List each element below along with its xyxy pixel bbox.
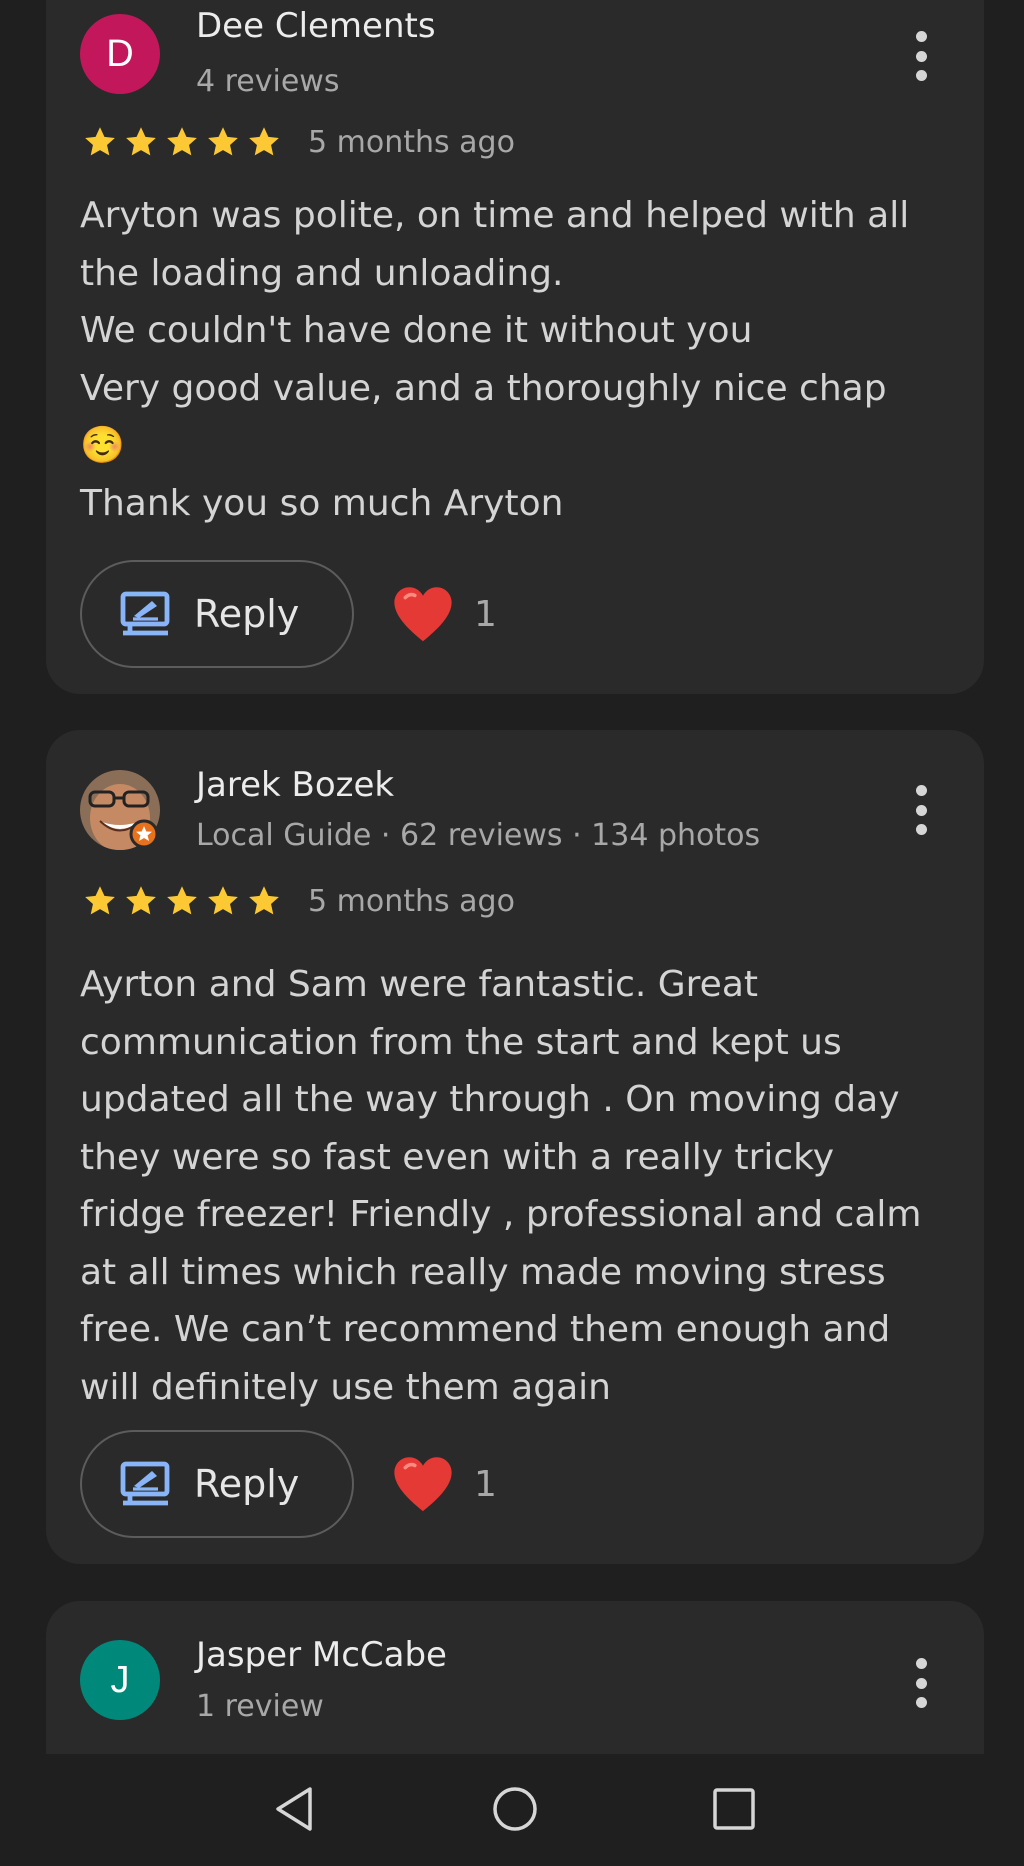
reviews-screen: D Dee Clements 4 reviews 5 months ago Ar… [0,0,1024,1866]
review-date: 5 months ago [308,124,515,160]
reviewer-meta: Local Guide · 62 reviews · 134 photos [196,818,761,853]
star-icon [208,127,238,156]
like-count: 1 [474,593,497,635]
reply-button[interactable]: Reply [80,560,354,668]
more-options-icon[interactable] [914,1658,928,1708]
review-card: Jarek Bozek Local Guide · 62 reviews · 1… [46,730,984,1564]
more-options-icon[interactable] [914,785,928,835]
recents-icon[interactable] [699,1774,769,1844]
star-icon [249,886,279,915]
review-text: Ayrton and Sam were fantastic. Great com… [80,964,922,1408]
profile-photo [80,770,160,850]
more-options-icon[interactable] [914,31,928,81]
star-icon [167,886,197,915]
star-icon [126,886,156,915]
star-icon [126,127,156,156]
review-actions: Reply 1 [80,1430,497,1538]
rating-row: 5 months ago [80,883,515,919]
star-rating [80,883,284,919]
reply-icon [120,1461,170,1506]
reply-label: Reply [194,592,300,636]
avatar[interactable] [80,770,160,850]
reply-button[interactable]: Reply [80,1430,354,1538]
like-count: 1 [474,1463,497,1505]
rating-row: 5 months ago [80,124,515,160]
star-icon [208,886,238,915]
heart-icon [394,587,452,642]
reviewer-meta: 4 reviews [196,64,340,99]
reviewer-name[interactable]: Dee Clements [196,6,436,46]
review-date: 5 months ago [308,883,515,919]
star-icon [85,127,115,156]
reviewer-name[interactable]: Jasper McCabe [196,1635,447,1675]
reviewer-meta: 1 review [196,1689,324,1724]
back-icon[interactable] [259,1774,329,1844]
reviewer-name[interactable]: Jarek Bozek [196,765,394,805]
like-reaction[interactable]: 1 [390,1454,497,1514]
star-icon [167,127,197,156]
reply-label: Reply [194,1462,300,1506]
review-actions: Reply 1 [80,560,497,668]
avatar-letter: D [106,32,134,75]
star-rating [80,124,284,160]
star-icon [85,886,115,915]
like-reaction[interactable]: 1 [390,584,497,644]
review-card: D Dee Clements 4 reviews 5 months ago Ar… [46,0,984,694]
avatar[interactable]: D [80,14,160,94]
home-icon[interactable] [480,1774,550,1844]
system-navigation-bar [0,1754,1024,1866]
avatar-letter: J [110,1658,130,1701]
heart-icon [394,1457,452,1512]
avatar[interactable]: J [80,1640,160,1720]
review-text: Aryton was polite, on time and helped wi… [80,195,910,524]
star-icon [249,127,279,156]
reply-icon [120,591,170,636]
